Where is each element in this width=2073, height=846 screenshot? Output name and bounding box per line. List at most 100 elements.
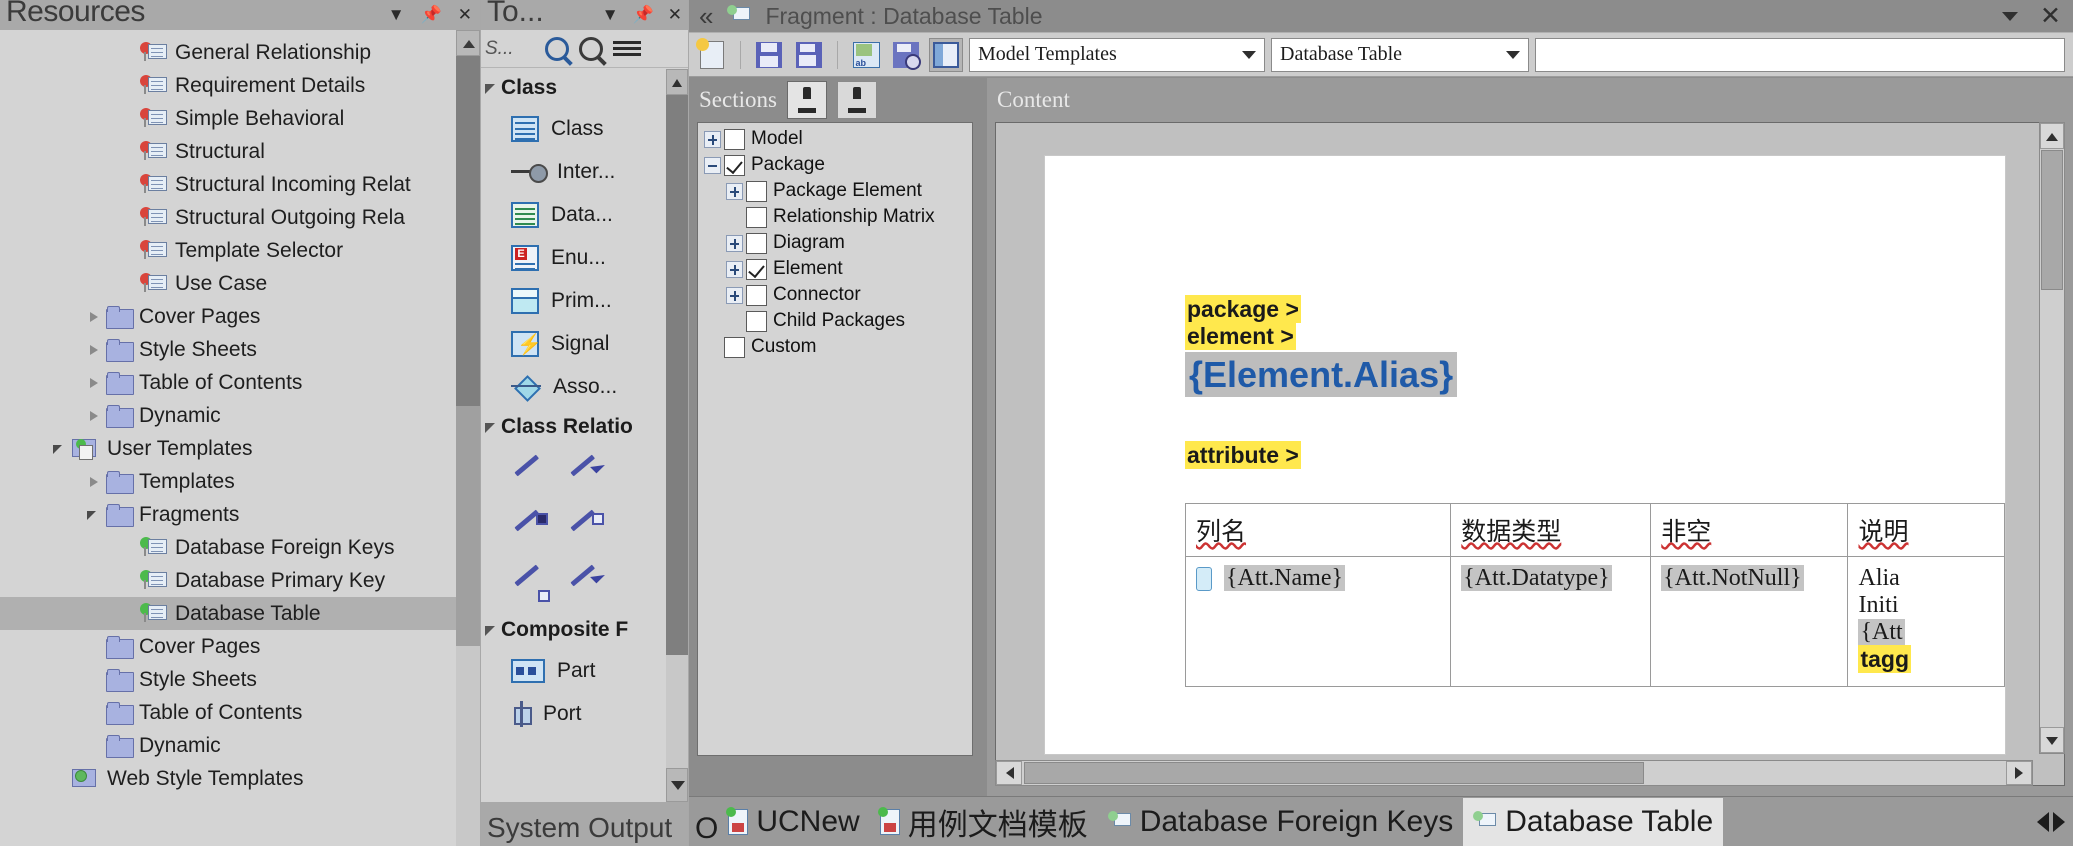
close-icon[interactable]: ✕ <box>458 5 472 25</box>
resources-vertical-scrollbar[interactable] <box>456 30 480 846</box>
section-checkbox[interactable] <box>746 180 767 202</box>
field-att-name[interactable]: {Att.Name} <box>1224 565 1346 591</box>
resource-tree-item-templates[interactable]: Templates <box>0 465 480 498</box>
toolbox-item-class[interactable]: Class <box>481 107 666 150</box>
section-item-element[interactable]: Element <box>698 256 972 282</box>
chevron-down-icon[interactable]: ▼ <box>602 5 619 25</box>
scrollbar-thumb[interactable] <box>1024 762 1644 784</box>
section-checkbox[interactable] <box>746 258 767 280</box>
field-att-notnull[interactable]: {Att.NotNull} <box>1661 565 1804 591</box>
chevron-right-icon[interactable] <box>86 474 102 490</box>
resource-tree-item-table-of-contents[interactable]: Table of Contents <box>0 696 480 729</box>
document-tab-bar[interactable]: O UCNew 用例文档模板 Database Foreign Keys Databas… <box>689 796 2073 846</box>
toolbox-relation-realize[interactable] <box>559 556 615 611</box>
toolbox-item-inter[interactable]: Inter... <box>481 150 666 193</box>
document-canvas[interactable]: package > element > {Element.Alias} attr… <box>995 122 2065 786</box>
chevron-down-icon[interactable] <box>1242 50 1256 59</box>
section-checkbox[interactable] <box>746 284 767 306</box>
resources-tree[interactable]: General Relationship Requirement Details S… <box>0 30 480 795</box>
resource-tree-item-general-relationship[interactable]: General Relationship <box>0 36 480 69</box>
toolbox-item-part[interactable]: Part <box>481 649 666 692</box>
scroll-right-arrow-icon[interactable] <box>2006 761 2032 785</box>
menu-icon[interactable] <box>613 39 641 59</box>
resource-tree-item-user-templates[interactable]: User Templates <box>0 432 480 465</box>
stamp-apply-button[interactable] <box>786 81 827 119</box>
toolbox-vertical-scrollbar[interactable] <box>666 69 688 802</box>
attribute-table[interactable]: 列名 数据类型 非空 说明 {Att.Name} {Att.Datatype} … <box>1184 503 2005 687</box>
chevron-down-icon[interactable]: ▼ <box>388 5 405 25</box>
resource-tree-item-template-selector[interactable]: Template Selector <box>0 234 480 267</box>
scroll-up-arrow-icon[interactable] <box>2040 123 2064 149</box>
save-all-button[interactable] <box>792 38 826 72</box>
extra-field-input[interactable] <box>1535 37 2065 72</box>
section-item-connector[interactable]: Connector <box>698 282 972 308</box>
resource-tree-item-structural-incoming-relat[interactable]: Structural Incoming Relat <box>0 168 480 201</box>
chevron-right-icon[interactable] <box>86 408 102 424</box>
tab-database-table[interactable]: Database Table <box>1463 798 1724 846</box>
chevron-down-icon[interactable] <box>485 84 495 94</box>
toolbox-item-port[interactable]: Port <box>481 692 666 735</box>
section-checkbox[interactable] <box>746 206 767 228</box>
stamp-clear-button[interactable] <box>836 81 877 119</box>
toolbox-item-prim[interactable]: Prim... <box>481 279 666 322</box>
resource-tree-item-table-of-contents[interactable]: Table of Contents <box>0 366 480 399</box>
tab-用例文档模板[interactable]: 用例文档模板 <box>870 798 1098 846</box>
next-tab-arrow-icon[interactable] <box>2053 812 2065 832</box>
chevron-down-icon[interactable] <box>2002 11 2019 21</box>
section-item-package[interactable]: Package <box>698 152 972 178</box>
field-element-alias[interactable]: {Element.Alias} <box>1185 352 1458 397</box>
toolbox-item-data[interactable]: Data... <box>481 193 666 236</box>
resource-tree-item-use-case[interactable]: Use Case <box>0 267 480 300</box>
scroll-up-arrow-icon[interactable] <box>456 30 480 56</box>
scrollbar-thumb[interactable] <box>2041 150 2063 290</box>
chevron-down-icon[interactable] <box>485 626 495 636</box>
resource-tree-item-structural-outgoing-rela[interactable]: Structural Outgoing Rela <box>0 201 480 234</box>
toggle-pane-button[interactable] <box>929 37 963 72</box>
expand-plus-icon[interactable] <box>726 286 743 304</box>
section-checkbox[interactable] <box>724 128 745 150</box>
double-chevron-left-icon[interactable]: « <box>699 3 713 29</box>
pin-icon[interactable]: 📌 <box>633 5 654 25</box>
resource-tree-item-cover-pages[interactable]: Cover Pages <box>0 300 480 333</box>
toolbox-group-class-relatio[interactable]: Class Relatio <box>481 408 666 446</box>
resource-tree-item-database-primary-key[interactable]: Database Primary Key <box>0 564 480 597</box>
close-icon[interactable]: ✕ <box>2040 3 2061 29</box>
find-icon[interactable] <box>579 36 603 61</box>
document-vertical-scrollbar[interactable] <box>2039 122 2065 754</box>
section-item-custom[interactable]: Custom <box>698 334 972 360</box>
prev-tab-arrow-icon[interactable] <box>2037 812 2049 832</box>
collapse-minus-icon[interactable] <box>704 156 721 174</box>
toolbox-search-input[interactable]: S... <box>485 38 535 60</box>
scrollbar-thumb[interactable] <box>666 95 688 655</box>
expand-plus-icon[interactable] <box>726 182 743 200</box>
save-button[interactable] <box>752 38 786 72</box>
expand-plus-icon[interactable] <box>726 260 743 278</box>
section-checkbox[interactable] <box>746 232 767 254</box>
find-button[interactable] <box>889 38 923 72</box>
toolbox-body[interactable]: Class Class Inter... Data... Enu... Prim... Si… <box>481 69 666 802</box>
resource-tree-item-dynamic[interactable]: Dynamic <box>0 399 480 432</box>
cell-attribute-notnull[interactable]: {Att.NotNull} <box>1650 556 1849 687</box>
toolbox-relation-associate-note[interactable] <box>503 556 559 611</box>
resource-tree-item-dynamic[interactable]: Dynamic <box>0 729 480 762</box>
scroll-down-arrow-icon[interactable] <box>666 768 688 802</box>
document-page[interactable]: package > element > {Element.Alias} attr… <box>1044 155 2006 755</box>
sections-tree[interactable]: Model Package Package Element Relationship … <box>697 122 973 756</box>
toolbox-item-enu[interactable]: Enu... <box>481 236 666 279</box>
field-att-datatype[interactable]: {Att.Datatype} <box>1461 565 1612 591</box>
section-item-relationship-matrix[interactable]: Relationship Matrix <box>698 204 972 230</box>
resource-tree-item-style-sheets[interactable]: Style Sheets <box>0 333 480 366</box>
spell-check-button[interactable] <box>849 38 883 72</box>
toolbox-relation-generalize[interactable] <box>559 446 615 501</box>
toolbox-relation-aggregate[interactable] <box>559 501 615 556</box>
document-horizontal-scrollbar[interactable] <box>995 760 2033 786</box>
pin-icon[interactable]: 📌 <box>421 5 442 25</box>
document-body[interactable]: package > element > {Element.Alias} attr… <box>1045 156 2005 687</box>
tab-ucnew[interactable]: UCNew <box>718 798 869 846</box>
toolbox-item-signal[interactable]: Signal <box>481 322 666 365</box>
resource-tree-item-structural[interactable]: Structural <box>0 135 480 168</box>
chevron-down-icon[interactable] <box>86 507 102 523</box>
section-item-package-element[interactable]: Package Element <box>698 178 972 204</box>
resource-tree-item-simple-behavioral[interactable]: Simple Behavioral <box>0 102 480 135</box>
search-icon[interactable] <box>545 36 569 61</box>
